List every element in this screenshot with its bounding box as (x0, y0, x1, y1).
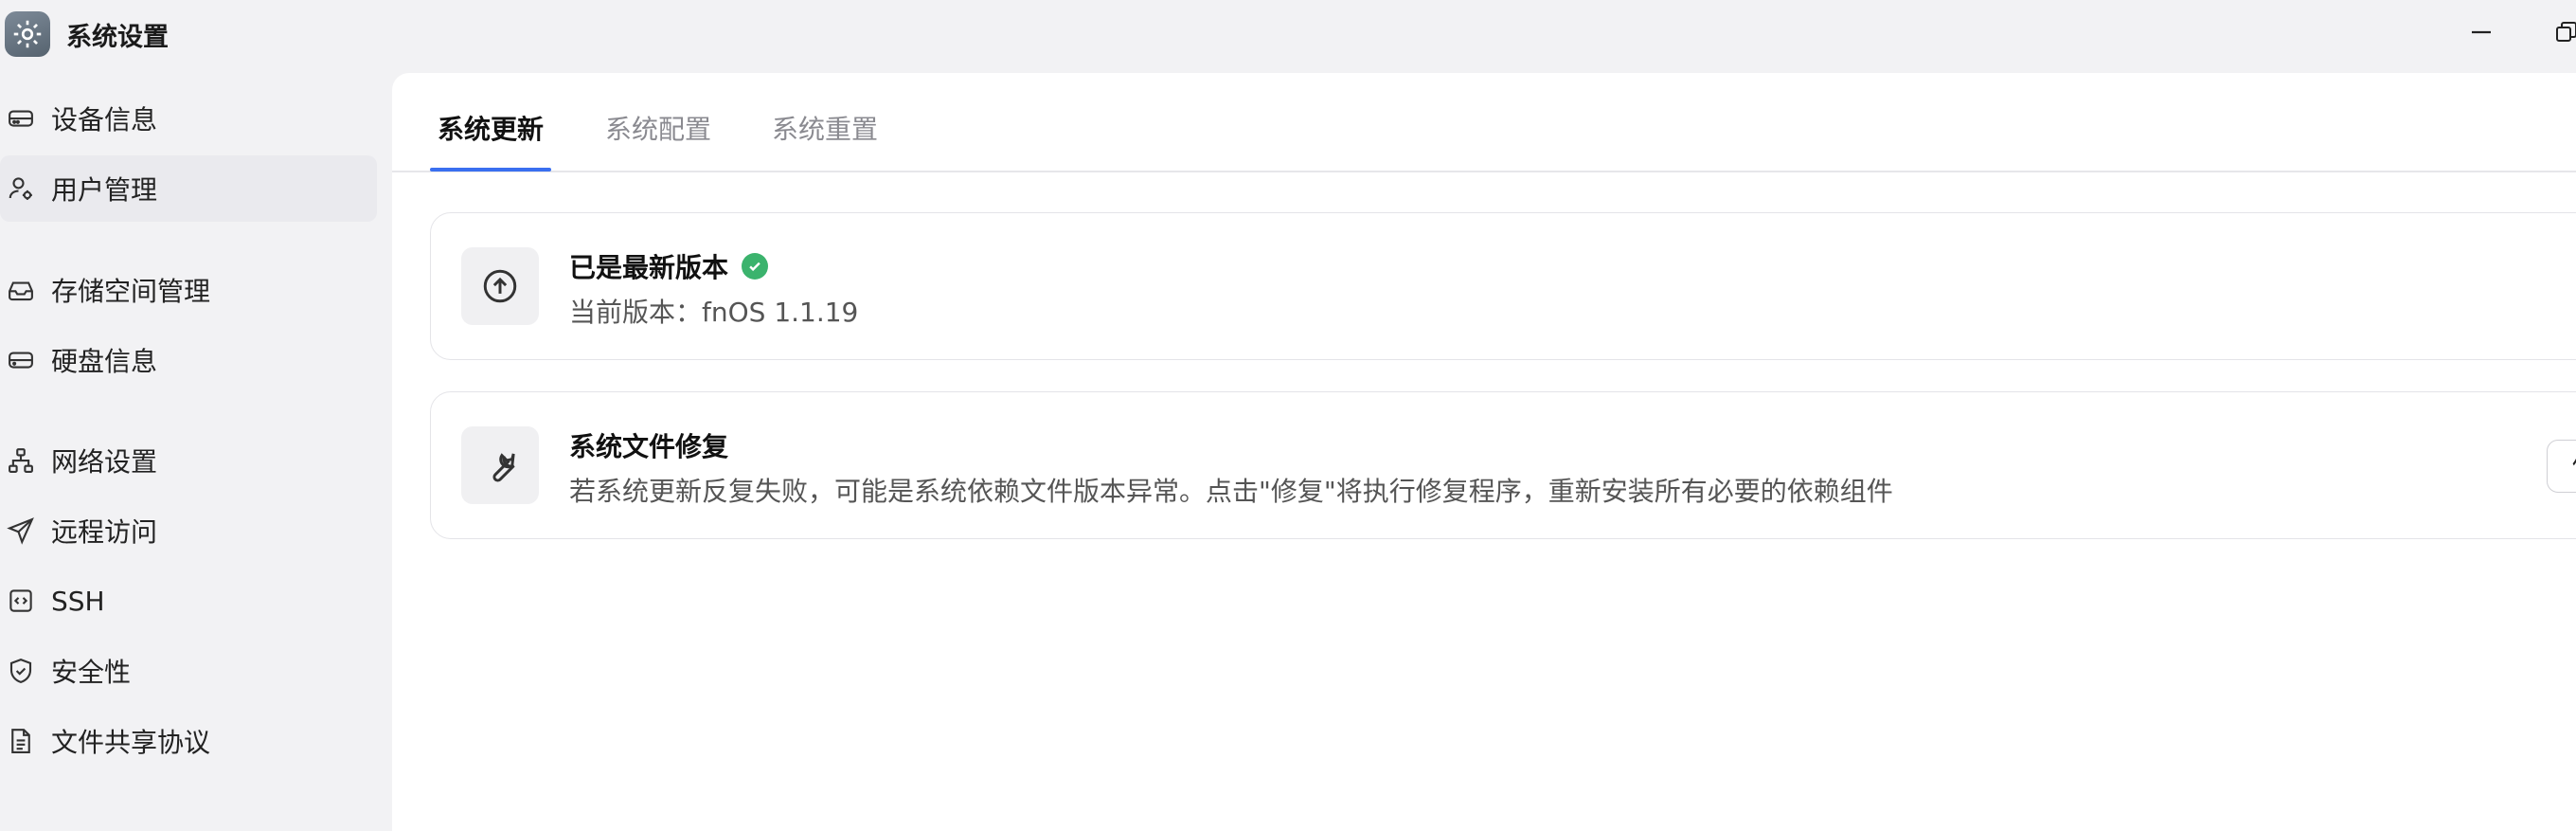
tab-system-config[interactable]: 系统配置 (605, 109, 711, 147)
send-icon (6, 515, 36, 546)
shield-icon (6, 656, 36, 686)
sidebar-item-label: 设备信息 (51, 104, 158, 135)
disk-icon (6, 345, 36, 375)
active-tab-indicator (430, 168, 551, 172)
user-management-icon (6, 173, 36, 204)
gear-app-icon (5, 11, 50, 57)
sidebar-item-file-sharing[interactable]: 文件共享协议 (0, 708, 377, 774)
sidebar: 设备信息 用户管理 存储空间管理 硬盘信息 网络设置 远程访问 SSH 安全性 … (0, 76, 390, 809)
repair-title: 系统文件修复 (569, 431, 729, 462)
sidebar-item-label: 安全性 (51, 657, 132, 688)
tab-bar: 系统更新 系统配置 系统重置 (392, 73, 2576, 172)
sidebar-item-disk-info[interactable]: 硬盘信息 (0, 327, 377, 393)
title-bar: 系统设置 (0, 0, 2576, 66)
sidebar-item-label: 用户管理 (51, 174, 158, 206)
sidebar-item-user-management[interactable]: 用户管理 (0, 155, 377, 222)
document-icon (6, 726, 36, 756)
update-status-text: 已是最新版本 (569, 252, 729, 283)
restore-icon (2554, 20, 2576, 48)
app-title: 系统设置 (66, 23, 169, 52)
update-status-card: 已是最新版本 当前版本：fnOS 1.1.19 (430, 212, 2576, 360)
sidebar-item-device-info[interactable]: 设备信息 (0, 85, 377, 152)
check-circle-icon (742, 253, 769, 280)
sidebar-item-label: SSH (51, 585, 105, 617)
sidebar-item-label: 网络设置 (51, 446, 158, 478)
device-info-icon (6, 103, 36, 134)
tab-system-reset[interactable]: 系统重置 (772, 109, 878, 147)
storage-icon (6, 275, 36, 305)
ssh-icon (6, 586, 36, 616)
restore-button[interactable] (2548, 15, 2576, 53)
current-version-label: 当前版本：fnOS 1.1.19 (569, 297, 859, 328)
sidebar-item-network[interactable]: 网络设置 (0, 427, 377, 494)
repair-description: 若系统更新反复失败，可能是系统依赖文件版本异常。点击"修复"将执行修复程序，重新… (569, 476, 1893, 507)
upload-arrow-icon (461, 247, 539, 325)
minimize-button[interactable] (2462, 15, 2500, 53)
network-icon (6, 445, 36, 476)
tab-system-update[interactable]: 系统更新 (438, 109, 544, 147)
update-status-title: 已是最新版本 (569, 247, 769, 285)
sidebar-item-ssh[interactable]: SSH (0, 568, 377, 634)
sidebar-item-label: 文件共享协议 (51, 727, 211, 758)
repair-button[interactable]: 修复 (2547, 440, 2576, 493)
repair-card: 系统文件修复 若系统更新反复失败，可能是系统依赖文件版本异常。点击"修复"将执行… (430, 391, 2576, 539)
main-panel: 系统更新 系统配置 系统重置 已是最新版本 当前版本：fnOS 1.1.19 系… (392, 73, 2576, 831)
sidebar-item-security[interactable]: 安全性 (0, 638, 377, 704)
sidebar-item-label: 存储空间管理 (51, 276, 211, 307)
wrench-icon (461, 426, 539, 504)
minimize-icon (2469, 20, 2494, 48)
sidebar-item-remote-access[interactable]: 远程访问 (0, 497, 377, 564)
sidebar-item-storage[interactable]: 存储空间管理 (0, 257, 377, 323)
sidebar-item-label: 硬盘信息 (51, 346, 158, 377)
sidebar-item-label: 远程访问 (51, 516, 158, 548)
